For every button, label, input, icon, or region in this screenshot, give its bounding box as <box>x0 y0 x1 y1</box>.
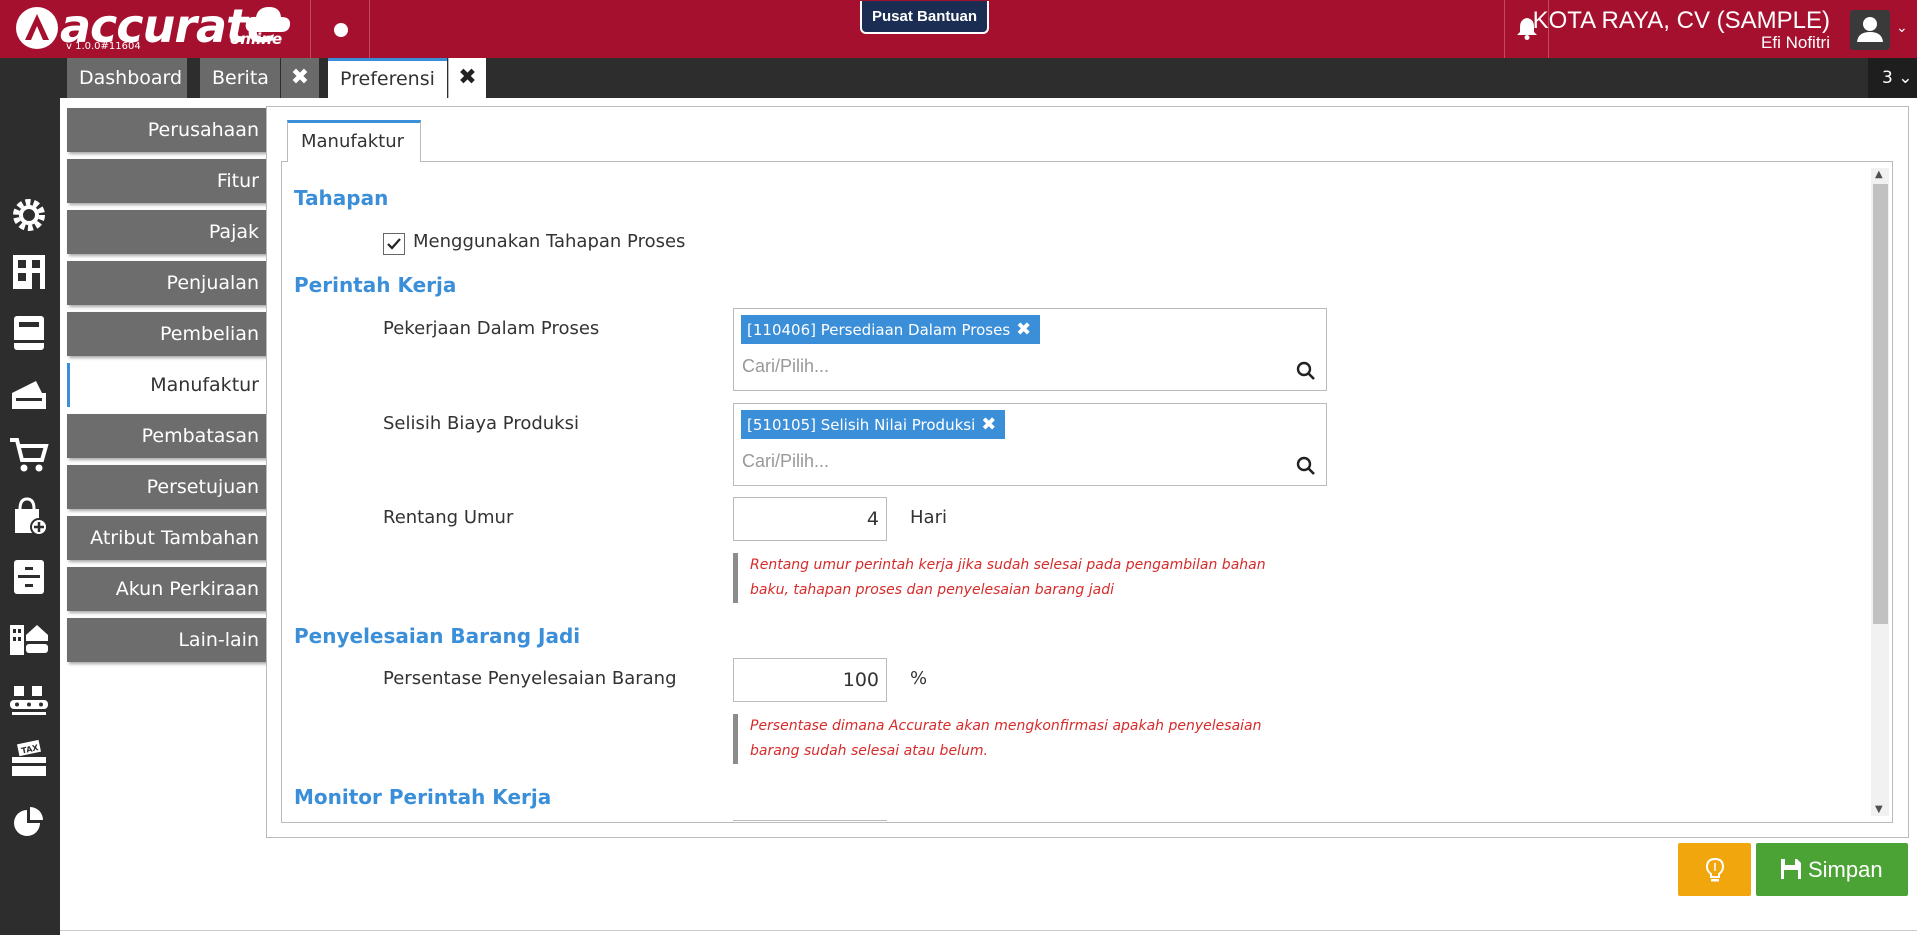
pref-item-pembatasan[interactable]: Pembatasan <box>67 414 267 458</box>
user-name: Efi Nofitri <box>1761 33 1830 52</box>
header-divider <box>369 0 370 58</box>
module-sidebar: TAX <box>0 98 60 935</box>
age-range-input[interactable]: 4 <box>733 497 887 541</box>
floppy-disk-icon <box>1781 859 1801 879</box>
completion-percentage-label: Persentase Penyelesaian Barang <box>383 668 677 689</box>
search-icon[interactable] <box>1296 361 1316 381</box>
selected-account-chip[interactable]: [510105] Selisih Nilai Produksi ✖ <box>741 410 1006 439</box>
completion-percentage-unit: % <box>910 668 928 689</box>
module-tabbar: Dashboard Berita ✖ Preferensi ✖ 3 ⌄ <box>0 58 1917 98</box>
pref-item-penjualan[interactable]: Penjualan <box>67 261 267 305</box>
shopping-cart-icon[interactable] <box>8 434 50 476</box>
section-tahapan: Tahapan <box>294 186 389 210</box>
pref-item-lain-lain[interactable]: Lain-lain <box>67 618 267 662</box>
use-process-stages-checkbox[interactable] <box>383 233 405 255</box>
pref-item-pembelian[interactable]: Pembelian <box>67 312 267 356</box>
selected-account-chip[interactable]: [110406] Persediaan Dalam Proses ✖ <box>741 315 1041 344</box>
tab-berita[interactable]: Berita <box>200 58 280 98</box>
save-label: Simpan <box>1808 857 1883 882</box>
section-penyelesaian-barang-jadi: Penyelesaian Barang Jadi <box>294 624 581 648</box>
chip-label: [110406] Persediaan Dalam Proses <box>747 321 1011 339</box>
pref-item-fitur[interactable]: Fitur <box>67 159 267 203</box>
pref-item-akun-perkiraan[interactable]: Akun Perkiraan <box>67 567 267 611</box>
tab-count: 3 <box>1882 68 1893 88</box>
company-name: KOTA RAYA, CV (SAMPLE) <box>1532 7 1830 34</box>
bottom-divider <box>60 930 1917 931</box>
accurate-logo-icon <box>16 7 58 49</box>
production-cost-variance-select[interactable]: [510105] Selisih Nilai Produksi ✖ Cari/Pi… <box>733 403 1327 486</box>
scroll-up-arrow-icon[interactable]: ▲ <box>1875 169 1883 180</box>
tax-icon[interactable]: TAX <box>8 739 50 781</box>
section-monitor-perintah-kerja: Monitor Perintah Kerja <box>294 785 552 809</box>
user-avatar[interactable] <box>1850 10 1890 50</box>
preferences-menu: Perusahaan Fitur Pajak Penjualan Pembeli… <box>67 108 267 669</box>
report-pie-chart-icon[interactable] <box>8 800 50 842</box>
settings-gear-icon[interactable] <box>8 194 50 236</box>
pref-item-pajak[interactable]: Pajak <box>67 210 267 254</box>
lightbulb-icon <box>1705 857 1725 882</box>
chevron-down-icon[interactable]: ⌄ <box>1896 20 1908 36</box>
logo-online: online <box>230 30 283 48</box>
section-perintah-kerja: Perintah Kerja <box>294 273 457 297</box>
chip-label: [510105] Selisih Nilai Produksi <box>747 416 976 434</box>
purchase-bag-icon[interactable] <box>8 495 50 537</box>
chevron-down-icon: ⌄ <box>1898 68 1913 88</box>
scroll-down-arrow-icon[interactable]: ▼ <box>1875 804 1883 815</box>
completion-percentage-input[interactable]: 100 <box>733 658 887 702</box>
tab-manufaktur[interactable]: Manufaktur <box>287 120 421 162</box>
top-header: accurate online v 1.0.0#11604 Pusat Bant… <box>0 0 1917 58</box>
close-icon[interactable]: ✖ <box>281 58 319 98</box>
company-building-icon[interactable] <box>8 251 50 293</box>
header-divider <box>1504 0 1505 58</box>
tab-preferensi[interactable]: Preferensi <box>328 58 447 98</box>
production-cost-variance-label: Selisih Biaya Produksi <box>383 413 579 434</box>
manufacturing-conveyor-icon[interactable] <box>8 678 50 720</box>
tab-count-dropdown[interactable]: 3 ⌄ <box>1868 58 1917 98</box>
cash-bank-icon[interactable] <box>8 373 50 415</box>
assets-building-icon[interactable] <box>8 617 50 659</box>
header-divider <box>310 0 311 58</box>
search-placeholder[interactable]: Cari/Pilih... <box>742 356 829 377</box>
pref-item-perusahaan[interactable]: Perusahaan <box>67 108 267 152</box>
save-button[interactable]: Simpan <box>1756 843 1908 896</box>
scrollbar-thumb[interactable] <box>1873 184 1888 624</box>
completion-percentage-hint: Persentase dimana Accurate akan mengkonf… <box>733 714 1293 764</box>
close-icon[interactable]: ✖ <box>981 414 996 435</box>
pref-item-persetujuan[interactable]: Persetujuan <box>67 465 267 509</box>
search-icon[interactable] <box>1296 456 1316 476</box>
company-info[interactable]: KOTA RAYA, CV (SAMPLE) Efi Nofitri <box>1532 7 1830 52</box>
partially-visible-input[interactable] <box>733 820 887 822</box>
user-icon <box>1857 17 1883 42</box>
ledger-book-icon[interactable] <box>8 312 50 354</box>
tab-dashboard[interactable]: Dashboard <box>67 58 187 98</box>
help-center-button[interactable]: Pusat Bantuan <box>860 1 990 34</box>
status-dot-icon[interactable] <box>334 23 348 37</box>
wip-account-select[interactable]: [110406] Persediaan Dalam Proses ✖ Cari/P… <box>733 308 1327 391</box>
wip-label: Pekerjaan Dalam Proses <box>383 318 600 339</box>
close-icon[interactable]: ✖ <box>448 58 486 98</box>
tips-button[interactable] <box>1678 843 1751 896</box>
checkmark-icon <box>387 238 401 250</box>
inventory-cabinet-icon[interactable] <box>8 556 50 598</box>
pref-item-atribut-tambahan[interactable]: Atribut Tambahan <box>67 516 267 560</box>
age-range-unit: Hari <box>910 507 947 528</box>
age-range-hint: Rentang umur perintah kerja jika sudah s… <box>733 553 1293 603</box>
pref-item-manufaktur[interactable]: Manufaktur <box>67 363 267 407</box>
search-placeholder[interactable]: Cari/Pilih... <box>742 451 829 472</box>
app-version: v 1.0.0#11604 <box>66 41 141 52</box>
close-icon[interactable]: ✖ <box>1016 319 1031 340</box>
age-range-label: Rentang Umur <box>383 507 514 528</box>
use-process-stages-label: Menggunakan Tahapan Proses <box>413 231 686 252</box>
